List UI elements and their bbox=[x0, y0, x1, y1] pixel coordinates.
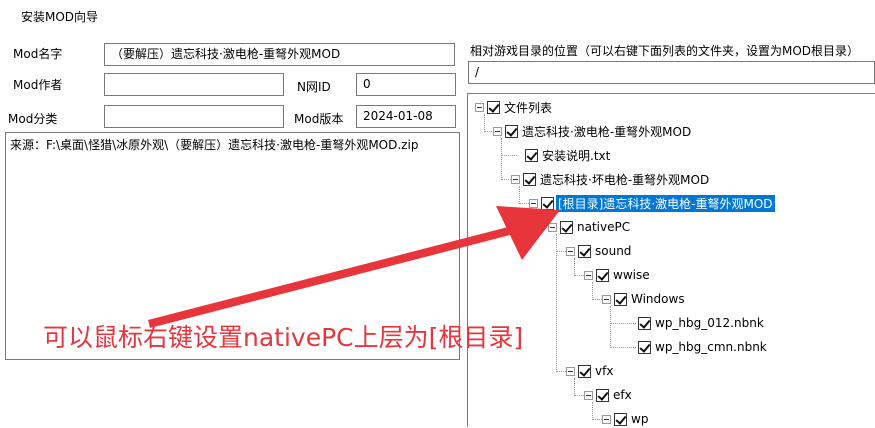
annotation-text: 可以鼠标右键设置nativePC上层为[根目录] bbox=[43, 323, 524, 352]
annotation-arrow-icon bbox=[148, 206, 560, 328]
